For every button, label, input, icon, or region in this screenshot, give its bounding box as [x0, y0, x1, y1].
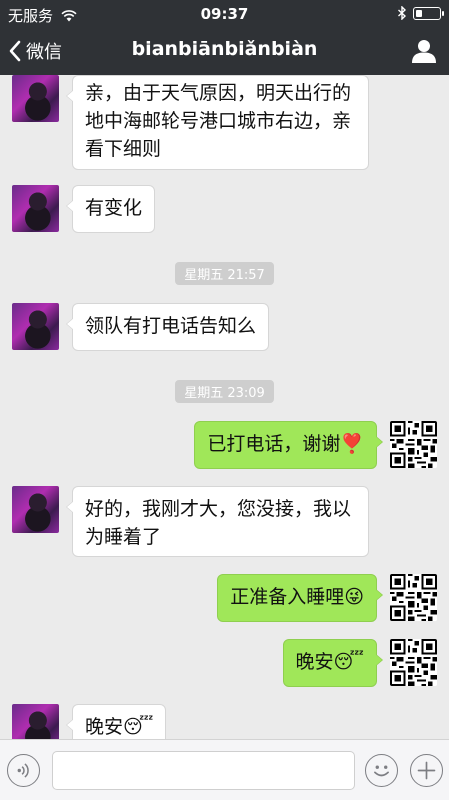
emoji-icon: [374, 765, 389, 777]
plus-icon: [417, 761, 436, 780]
chat-area[interactable]: 亲，由于天气原因，明天出行的地中海邮轮号港口城市右边，亲看下细则 有变化 星期五…: [0, 75, 449, 739]
contact-avatar[interactable]: [12, 75, 59, 122]
bluetooth-icon: [398, 6, 407, 20]
my-avatar[interactable]: [390, 421, 437, 468]
contact-avatar[interactable]: [12, 303, 59, 350]
qr-code-avatar: [390, 574, 437, 621]
battery-icon: [413, 6, 444, 20]
input-bar: [0, 739, 449, 800]
message-bubble[interactable]: 已打电话，谢谢❣️: [194, 421, 383, 469]
qr-code-avatar: [390, 639, 437, 686]
my-avatar[interactable]: [390, 574, 437, 621]
nav-bar: 微信 bianbiānbiǎnbiàn: [0, 28, 449, 75]
timestamp: 星期五 23:09: [0, 380, 449, 403]
message-bubble[interactable]: 亲，由于天气原因，明天出行的地中海邮轮号港口城市右边，亲看下细则: [66, 75, 369, 170]
contact-avatar[interactable]: [12, 486, 59, 533]
avatar-photo: [12, 75, 59, 122]
status-right: [397, 6, 444, 20]
avatar-photo: [12, 185, 59, 232]
avatar-photo: [12, 303, 59, 350]
battery-fill: [416, 9, 422, 17]
my-avatar[interactable]: [390, 639, 437, 686]
voice-icon: [17, 763, 29, 778]
contact-avatar[interactable]: [12, 185, 59, 232]
message-bubble[interactable]: 晚安😴: [65, 704, 167, 739]
avatar-photo: [12, 704, 59, 739]
status-time: 09:37: [200, 5, 249, 23]
message-bubble[interactable]: 晚安😴: [282, 639, 384, 687]
timestamp: 星期五 21:57: [0, 262, 449, 285]
message-input[interactable]: [52, 751, 355, 790]
timestamp-label: 星期五 21:57: [175, 262, 274, 285]
chat-title: bianbiānbiǎnbiàn: [131, 38, 318, 60]
message-bubble[interactable]: 好的，我刚才大，您没接，我以为睡着了: [66, 486, 369, 557]
voice-button[interactable]: [7, 754, 40, 787]
emoji-button[interactable]: [365, 754, 398, 787]
contact-avatar[interactable]: [12, 704, 59, 739]
status-bar: 无服务 09:37: [0, 0, 449, 28]
qr-code-avatar: [390, 421, 437, 468]
message-bubble[interactable]: 领队有打电话告知么: [65, 303, 270, 351]
message-bubble[interactable]: 正准备入睡哩😜: [217, 574, 383, 622]
top-bar: 无服务 09:37 微信 bianbiānbiǎnbiàn: [0, 0, 449, 75]
avatar-photo: [12, 486, 59, 533]
message-bubble[interactable]: 有变化: [65, 185, 156, 233]
timestamp-label: 星期五 23:09: [175, 380, 274, 403]
person-icon[interactable]: [411, 38, 437, 64]
plus-button[interactable]: [410, 754, 443, 787]
